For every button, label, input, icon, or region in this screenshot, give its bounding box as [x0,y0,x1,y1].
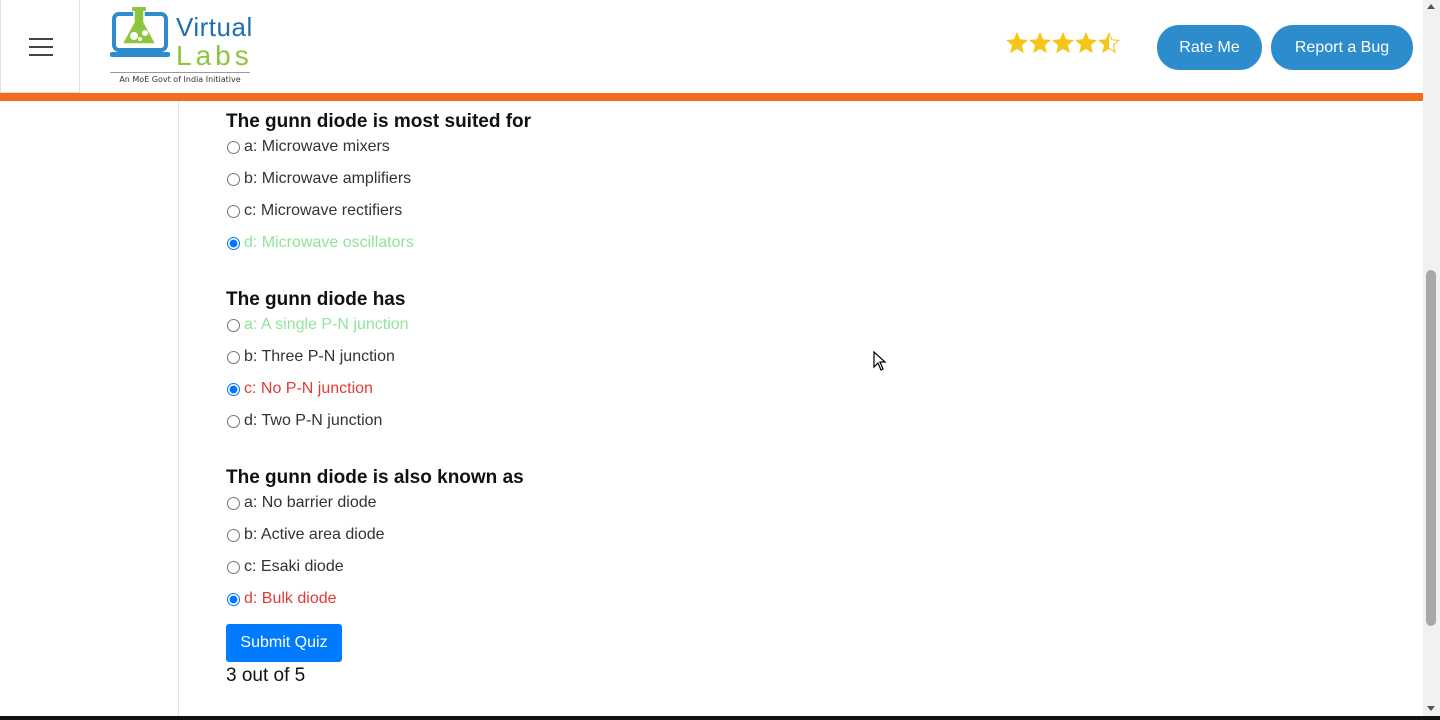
answer-radio[interactable] [227,204,240,218]
answer-option[interactable]: c: No P-N junction [226,373,1126,405]
content-divider [178,101,179,716]
star-icon[interactable] [1098,32,1120,54]
star-icon[interactable] [1075,32,1097,54]
answer-label: b: Three P-N junction [244,348,395,365]
answer-option[interactable]: d: Two P-N junction [226,405,1126,437]
answer-option[interactable]: b: Microwave amplifiers [226,163,1126,195]
star-icon[interactable] [1029,32,1051,54]
answer-option[interactable]: a: A single P-N junction [226,309,1126,341]
answer-label: c: No P-N junction [244,380,373,397]
quiz-question: The gunn diode is most suited for a: Micr… [226,108,1126,264]
answer-label: b: Active area diode [244,526,385,543]
answer-label: c: Microwave rectifiers [244,202,403,219]
answer-label: b: Microwave amplifiers [244,170,412,187]
answer-option[interactable]: a: No barrier diode [226,487,1126,519]
logo-text-labs: Labs [176,40,253,71]
answer-radio[interactable] [227,172,240,186]
answer-radio[interactable] [227,318,240,332]
answer-option[interactable]: b: Three P-N junction [226,341,1126,373]
answer-radio[interactable] [227,140,240,154]
scroll-up-arrow-icon[interactable] [1427,4,1435,9]
star-icon[interactable] [1006,32,1028,54]
star-rating[interactable] [1006,32,1121,56]
answer-label: a: A single P-N junction [244,316,409,333]
quiz-container: The gunn diode is most suited for a: Micr… [226,108,1126,642]
mouse-pointer-icon [873,351,887,371]
logo-tagline: An MoE Govt of India Initiative [110,72,250,84]
answer-radio[interactable] [227,528,240,542]
answer-label: a: No barrier diode [244,494,377,511]
answer-option[interactable]: b: Active area diode [226,519,1126,551]
answer-option[interactable]: a: Microwave mixers [226,131,1126,163]
answer-label: d: Microwave oscillators [244,234,414,251]
answer-radio[interactable] [227,382,240,396]
answer-label: d: Two P-N junction [244,412,383,429]
site-header: Virtual Labs An MoE Govt of India Initia… [0,0,1423,93]
flask-monitor-icon [110,7,170,57]
answer-radio[interactable] [227,236,240,250]
menu-container [0,0,80,93]
answer-option[interactable]: d: Microwave oscillators [226,227,1126,259]
answer-radio[interactable] [227,592,240,606]
submit-quiz-button[interactable]: Submit Quiz [226,624,342,662]
answer-radio[interactable] [227,560,240,574]
answer-radio[interactable] [227,496,240,510]
logo-text-virtual: Virtual [176,12,253,42]
bottom-edge [0,716,1440,720]
header-accent-bar [0,93,1423,101]
star-icon[interactable] [1052,32,1074,54]
quiz-question: The gunn diode has a: A single P-N juncti… [226,286,1126,442]
scrollbar-thumb[interactable] [1426,270,1436,626]
hamburger-menu-icon[interactable] [29,38,53,56]
answer-radio[interactable] [227,414,240,428]
answer-option[interactable]: c: Microwave rectifiers [226,195,1126,227]
scroll-down-arrow-icon[interactable] [1427,706,1435,711]
rate-me-button[interactable]: Rate Me [1157,25,1262,70]
report-bug-button[interactable]: Report a Bug [1271,25,1413,70]
quiz-score: 3 out of 5 [226,665,306,686]
answer-radio[interactable] [227,350,240,364]
answer-label: a: Microwave mixers [244,138,390,155]
quiz-question: The gunn diode is also known as a: No bar… [226,464,1126,620]
virtual-labs-logo[interactable]: Virtual Labs An MoE Govt of India Initia… [110,6,260,86]
answer-label: d: Bulk diode [244,590,337,607]
answer-option[interactable]: c: Esaki diode [226,551,1126,583]
answer-option[interactable]: d: Bulk diode [226,583,1126,615]
answer-label: c: Esaki diode [244,558,344,575]
